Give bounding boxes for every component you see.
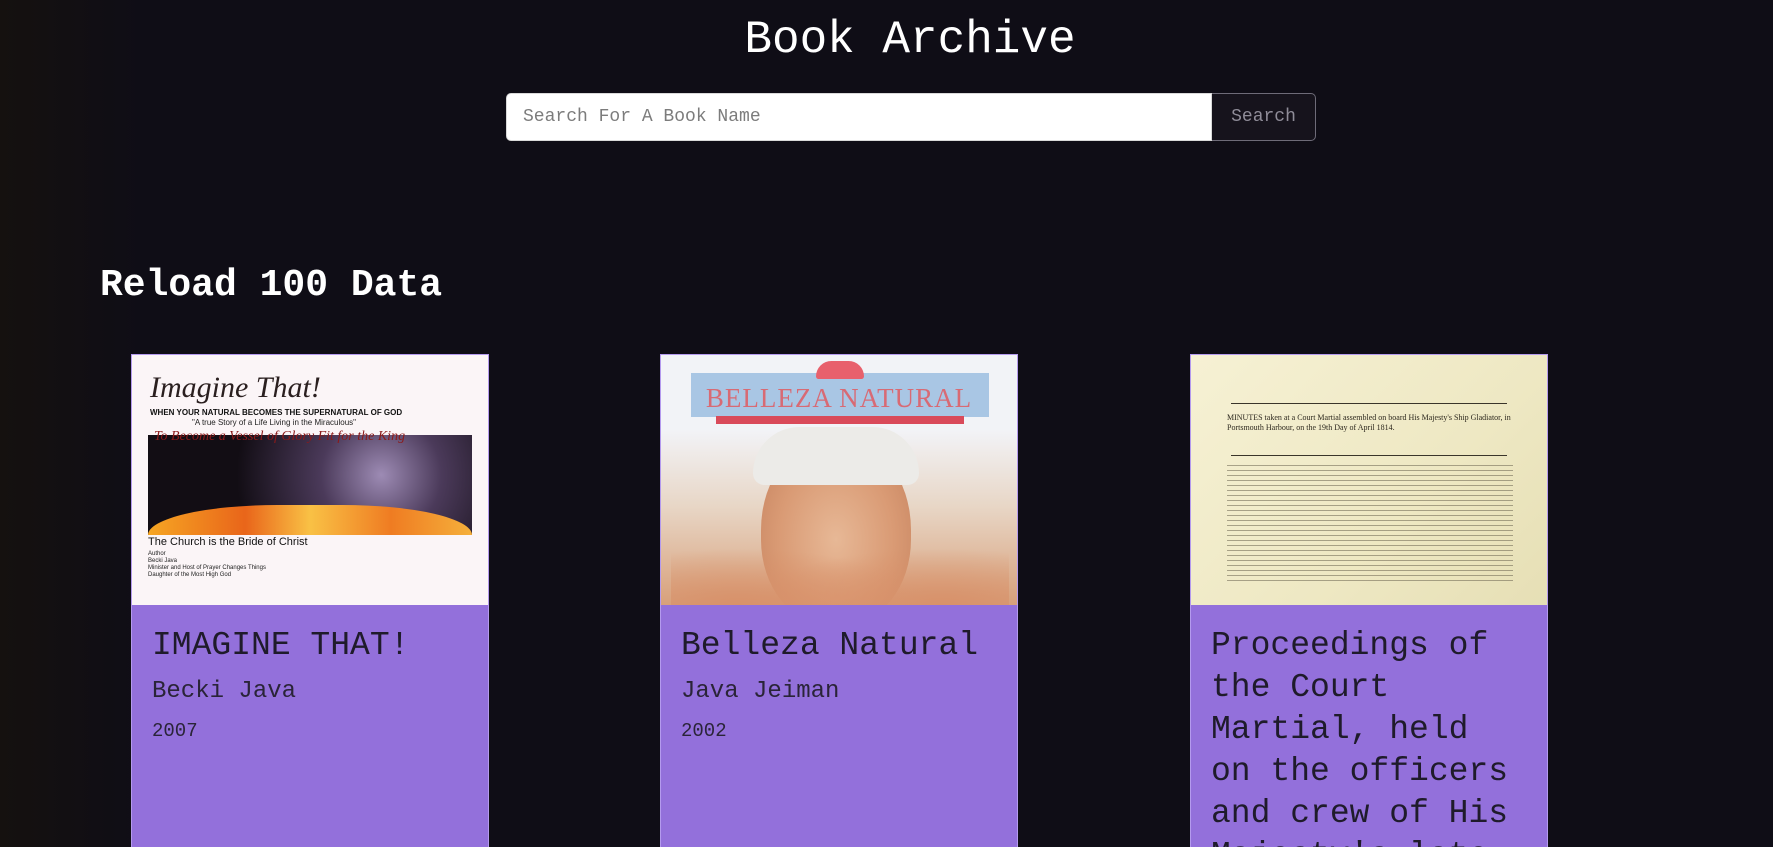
book-card-body: Belleza Natural Java Jeiman 2002 [661,605,1017,743]
cover-title: Imagine That! [150,371,321,404]
book-card[interactable]: MINUTES taken at a Court Martial assembl… [1190,354,1548,847]
cover-caption: The Church is the Bride of Christ [148,536,308,548]
book-title[interactable]: IMAGINE THAT! [152,625,468,667]
cover-title: BELLEZA NATURAL [705,383,973,413]
cover-logo [816,361,864,379]
cover-rule [1231,455,1507,456]
book-card[interactable]: BELLEZA NATURAL Belleza Natural Java Jei… [660,354,1018,847]
cover-credits: Author Becki Java Minister and Host of P… [148,551,266,578]
page-title: Book Archive [744,14,1076,66]
cover-italic-line: To Become a Vessel of Glory Fit for the … [154,429,406,444]
reload-data-heading[interactable]: Reload 100 Data [100,264,442,307]
cover-body-lines [1227,465,1513,585]
cover-text: MINUTES taken at a Court Martial assembl… [1227,413,1511,432]
cover-cap [753,427,919,485]
search-input[interactable] [506,93,1212,141]
book-title[interactable]: Proceedings of the Court Martial, held o… [1211,625,1527,847]
cover-stripe [716,416,964,424]
book-card-body: IMAGINE THAT! Becki Java 2007 [132,605,488,743]
cover-rule [1231,403,1507,404]
search-bar: Search [506,93,1316,141]
search-button[interactable]: Search [1212,93,1316,141]
book-author: Java Jeiman [681,678,840,705]
book-cover-image[interactable]: Imagine That! When your natural becomes … [132,355,488,605]
cover-tagline: When your natural becomes the supernatur… [150,408,403,417]
book-year: 2002 [681,720,727,742]
book-author: Becki Java [152,678,297,705]
cover-subtitle: "A true Story of a Life Living in the Mi… [192,418,356,427]
book-title[interactable]: Belleza Natural [681,625,997,667]
cover-hands [671,525,1009,605]
book-cover-image[interactable]: MINUTES taken at a Court Martial assembl… [1191,355,1547,605]
book-card-body: Proceedings of the Court Martial, held o… [1191,605,1547,847]
book-card[interactable]: Imagine That! When your natural becomes … [131,354,489,847]
book-cover-image[interactable]: BELLEZA NATURAL [661,355,1017,605]
book-year: 2007 [152,720,198,742]
